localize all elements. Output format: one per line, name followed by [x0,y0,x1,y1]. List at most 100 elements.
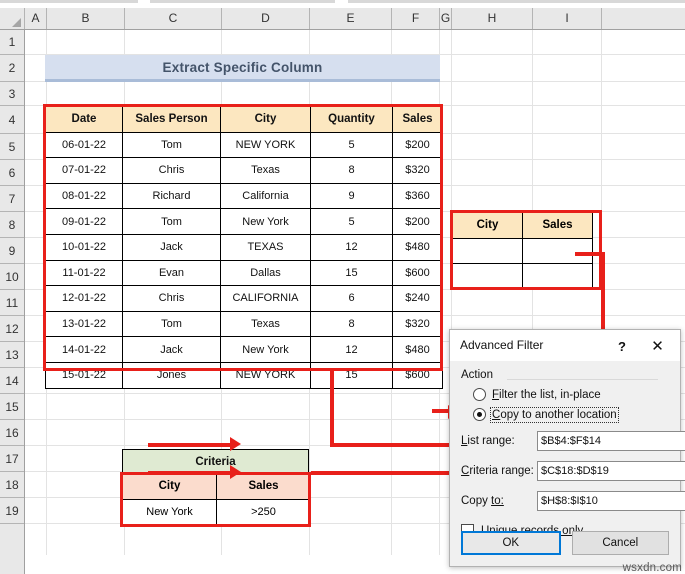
dialog-title-bar[interactable]: Advanced Filter ? ✕ [450,330,680,361]
cell-city[interactable]: New York [220,208,311,235]
row-header-16[interactable]: 16 [0,420,24,446]
cell-person[interactable]: Tom [122,131,221,159]
ok-button[interactable]: OK [461,531,561,555]
cell-date[interactable]: 09-01-22 [45,208,123,235]
list-range-input[interactable] [537,430,685,451]
column-header-b[interactable]: B [47,8,125,29]
column-header-f[interactable]: F [392,8,440,29]
cell-city[interactable]: Texas [220,157,311,184]
cell-person[interactable]: Jack [122,233,221,261]
criteria-cell-city[interactable]: New York [122,498,217,526]
cell-quantity[interactable]: 5 [310,131,393,159]
cell-person[interactable]: Tom [122,208,221,235]
cell-date[interactable]: 10-01-22 [45,233,123,261]
cell-sales[interactable]: $600 [392,361,443,389]
table-row[interactable]: 14-01-22 Jack New York 12 $480 [45,336,443,363]
column-header-e[interactable]: E [310,8,392,29]
output-cell-city[interactable] [452,237,523,265]
radio-button-selected-icon[interactable] [473,408,486,421]
column-header-a[interactable]: A [25,8,47,29]
cell-person[interactable]: Jones [122,361,221,389]
row-header-3[interactable]: 3 [0,82,24,106]
cell-sales[interactable]: $240 [392,285,443,312]
row-header-6[interactable]: 6 [0,160,24,186]
table-row[interactable]: 06-01-22 Tom NEW YORK 5 $200 [45,131,443,159]
copy-to-input[interactable] [537,490,685,511]
cell-city[interactable]: NEW YORK [220,131,311,159]
row-header-15[interactable]: 15 [0,394,24,420]
cell-date[interactable]: 14-01-22 [45,336,123,363]
row-header-11[interactable]: 11 [0,290,24,316]
cell-person[interactable]: Chris [122,285,221,312]
select-all-corner[interactable] [0,8,25,29]
cell-date[interactable]: 11-01-22 [45,259,123,287]
radio-button-icon[interactable] [473,388,486,401]
cell-city[interactable]: Dallas [220,259,311,287]
cell-city[interactable]: New York [220,336,311,363]
cell-date[interactable]: 15-01-22 [45,361,123,389]
row-header-5[interactable]: 5 [0,134,24,160]
criteria-cell-sales[interactable]: >250 [216,498,311,526]
cell-quantity[interactable]: 15 [310,259,393,287]
row-header-19[interactable]: 19 [0,498,24,524]
output-row[interactable] [452,237,593,265]
column-header-c[interactable]: C [125,8,222,29]
cell-sales[interactable]: $600 [392,259,443,287]
radio-copy-to-another-location[interactable]: Copy to another location [473,406,669,423]
criteria-range-input[interactable] [537,460,685,481]
help-icon[interactable]: ? [612,336,632,356]
column-header-d[interactable]: D [222,8,310,29]
close-icon[interactable]: ✕ [635,330,680,361]
cell-sales[interactable]: $320 [392,157,443,184]
cell-sales[interactable]: $480 [392,233,443,261]
output-cell-city[interactable] [452,263,523,290]
cancel-button[interactable]: Cancel [571,531,669,555]
output-cell-sales[interactable] [522,263,593,290]
cell-quantity[interactable]: 15 [310,361,393,389]
source-data-table[interactable]: Date Sales Person City Quantity Sales 06… [45,106,443,389]
cell-city[interactable]: California [220,182,311,210]
row-header-17[interactable]: 17 [0,446,24,472]
cell-date[interactable]: 07-01-22 [45,157,123,184]
cell-person[interactable]: Tom [122,310,221,338]
cell-sales[interactable]: $480 [392,336,443,363]
table-row[interactable]: 07-01-22 Chris Texas 8 $320 [45,157,443,184]
cell-quantity[interactable]: 9 [310,182,393,210]
column-header-i[interactable]: I [533,8,602,29]
destination-output-table[interactable]: City Sales [452,212,593,290]
cell-sales[interactable]: $360 [392,182,443,210]
row-header-18[interactable]: 18 [0,472,24,498]
output-cell-sales[interactable] [522,237,593,265]
cell-city[interactable]: Texas [220,310,311,338]
table-row[interactable]: 12-01-22 Chris CALIFORNIA 6 $240 [45,285,443,312]
cell-quantity[interactable]: 8 [310,157,393,184]
column-header-g[interactable]: G [440,8,452,29]
advanced-filter-dialog[interactable]: Advanced Filter ? ✕ Action Filter the li… [449,329,685,567]
cell-person[interactable]: Jack [122,336,221,363]
row-header-14[interactable]: 14 [0,368,24,394]
row-header-4[interactable]: 4 [0,106,24,134]
cell-city[interactable]: CALIFORNIA [220,285,311,312]
cell-person[interactable]: Richard [122,182,221,210]
cell-quantity[interactable]: 5 [310,208,393,235]
cell-quantity[interactable]: 12 [310,233,393,261]
row-header-8[interactable]: 8 [0,212,24,238]
row-header-10[interactable]: 10 [0,264,24,290]
cell-city[interactable]: TEXAS [220,233,311,261]
cell-person[interactable]: Chris [122,157,221,184]
row-header-12[interactable]: 12 [0,316,24,342]
column-header-h[interactable]: H [452,8,533,29]
row-header-9[interactable]: 9 [0,238,24,264]
cell-date[interactable]: 06-01-22 [45,131,123,159]
row-header-1[interactable]: 1 [0,30,24,55]
cell-sales[interactable]: $200 [392,131,443,159]
cell-quantity[interactable]: 6 [310,285,393,312]
table-row[interactable]: 10-01-22 Jack TEXAS 12 $480 [45,233,443,261]
cell-sales[interactable]: $320 [392,310,443,338]
table-row[interactable]: 08-01-22 Richard California 9 $360 [45,182,443,210]
table-row[interactable]: 11-01-22 Evan Dallas 15 $600 [45,259,443,287]
radio-filter-in-place[interactable]: Filter the list, in-place [473,388,669,401]
table-row[interactable]: 13-01-22 Tom Texas 8 $320 [45,310,443,338]
row-header-2[interactable]: 2 [0,55,24,82]
cell-city[interactable]: NEW YORK [220,361,311,389]
